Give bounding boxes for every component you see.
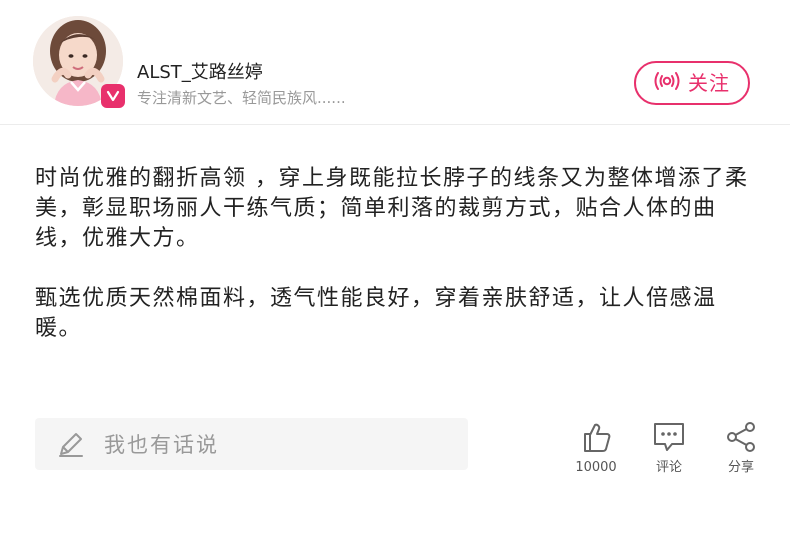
- like-button[interactable]: 10000: [566, 418, 626, 480]
- user-bio: 专注清新文艺、轻简民族风......: [137, 89, 346, 107]
- comment-placeholder: 我也有话说: [104, 433, 219, 457]
- vip-chevron-icon: [101, 84, 125, 108]
- share-label: 分享: [727, 460, 754, 475]
- pencil-icon: [56, 429, 86, 459]
- share-icon: [727, 422, 755, 452]
- share-button[interactable]: 分享: [711, 418, 771, 480]
- broadcast-icon: [654, 69, 680, 97]
- thumbs-up-icon: [584, 423, 611, 452]
- follow-button[interactable]: 关注: [634, 61, 750, 105]
- follow-label: 关注: [688, 71, 730, 95]
- like-count: 10000: [575, 460, 617, 475]
- username[interactable]: ALST_艾路丝婷: [137, 60, 457, 86]
- avatar-wrapper[interactable]: [33, 16, 127, 110]
- post-content: 时尚优雅的翻折高领 ，穿上身既能拉长脖子的线条又为整体增添了柔美，彰显职场丽人干…: [35, 164, 757, 344]
- bottom-spacer: [0, 490, 790, 533]
- comment-label: 评论: [655, 460, 682, 475]
- content-paragraph-1: 时尚优雅的翻折高领 ，穿上身既能拉长脖子的线条又为整体增添了柔美，彰显职场丽人干…: [35, 166, 749, 251]
- chat-bubble-icon: [654, 423, 684, 451]
- post-card: ALST_艾路丝婷 专注清新文艺、轻简民族风...... 关注 时尚优雅的翻折高…: [0, 0, 790, 490]
- user-info: ALST_艾路丝婷 专注清新文艺、轻简民族风......: [137, 60, 457, 109]
- post-header: ALST_艾路丝婷 专注清新文艺、轻简民族风...... 关注: [0, 0, 790, 125]
- content-paragraph-2: 甄选优质天然棉面料，透气性能良好，穿着亲肤舒适，让人倍感温暖。: [35, 286, 717, 341]
- comment-input[interactable]: 我也有话说: [35, 418, 468, 470]
- comment-button[interactable]: 评论: [639, 418, 699, 480]
